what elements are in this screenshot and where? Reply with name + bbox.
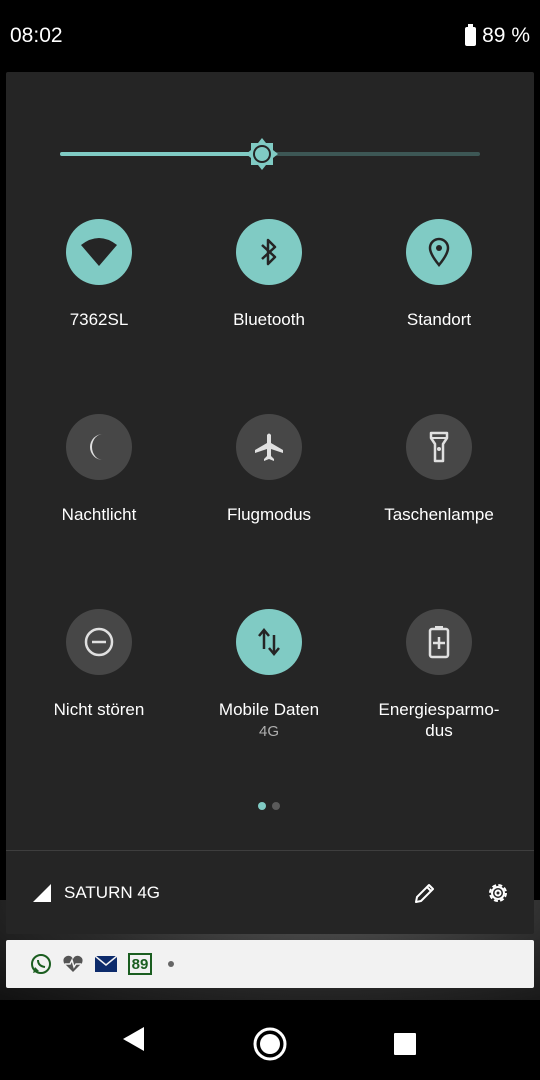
- battery-indicator: 89 %: [465, 23, 530, 48]
- notification-strip[interactable]: 89: [6, 940, 534, 988]
- page-dot-1: [258, 802, 266, 810]
- tile-wifi[interactable]: 7362SL: [14, 219, 184, 330]
- battery-saver-icon[interactable]: [406, 609, 472, 675]
- tile-label: Mobile Daten: [218, 700, 320, 719]
- tile-mobile-data[interactable]: Mobile Daten 4G: [184, 609, 354, 740]
- mail-icon[interactable]: [94, 955, 118, 973]
- tile-do-not-disturb[interactable]: Nicht stören: [14, 609, 184, 720]
- tile-location[interactable]: Standort: [354, 219, 524, 330]
- battery-text: 89 %: [482, 24, 530, 47]
- home-icon[interactable]: [253, 1027, 287, 1061]
- brightness-slider[interactable]: [60, 138, 480, 170]
- more-notifications-dot: [168, 961, 174, 967]
- page-dot-2: [272, 802, 280, 810]
- whatsapp-icon[interactable]: [30, 953, 52, 975]
- tile-label: Bluetooth: [233, 310, 305, 329]
- airplane-icon[interactable]: [236, 414, 302, 480]
- tile-airplane[interactable]: Flugmodus: [184, 414, 354, 525]
- quick-settings-footer: SATURN 4G: [6, 852, 534, 934]
- divider: [6, 850, 534, 851]
- page-indicator: [258, 802, 280, 810]
- tile-label: Nicht stören: [53, 700, 145, 719]
- tile-label: Standort: [406, 310, 472, 329]
- slider-fill: [60, 152, 262, 156]
- tile-bluetooth[interactable]: Bluetooth: [184, 219, 354, 330]
- carrier-label: SATURN 4G: [64, 883, 161, 902]
- back-icon[interactable]: [122, 1026, 146, 1052]
- battery-icon: [465, 23, 477, 46]
- brightness-icon[interactable]: [245, 137, 279, 171]
- tile-battery-saver[interactable]: Energiesparmo- dus: [354, 609, 524, 741]
- tile-label: Nachtlicht: [61, 505, 137, 524]
- tile-moon[interactable]: Nachtlicht: [14, 414, 184, 525]
- tile-sublabel: 4G: [258, 723, 279, 740]
- calendar-icon[interactable]: 89: [128, 953, 152, 975]
- settings-icon[interactable]: [486, 881, 510, 905]
- wifi-icon[interactable]: [66, 219, 132, 285]
- tile-flashlight[interactable]: Taschenlampe: [354, 414, 524, 525]
- recents-icon[interactable]: [394, 1033, 416, 1055]
- tile-label: Flugmodus: [226, 505, 312, 524]
- flashlight-icon[interactable]: [406, 414, 472, 480]
- status-bar: 08:02 89 %: [0, 0, 540, 70]
- tile-label: 7362SL: [69, 310, 129, 329]
- edit-icon[interactable]: [413, 881, 437, 905]
- health-icon[interactable]: [62, 954, 84, 974]
- mobile-data-icon[interactable]: [236, 609, 302, 675]
- bluetooth-icon[interactable]: [236, 219, 302, 285]
- clock: 08:02: [10, 24, 63, 47]
- signal-icon: [33, 884, 51, 902]
- tile-label: Taschenlampe: [384, 505, 494, 524]
- navigation-bar: [0, 1000, 540, 1080]
- location-icon[interactable]: [406, 219, 472, 285]
- quick-settings-panel: 7362SL Bluetooth Standort Nachtlicht Flugmod…: [6, 72, 534, 934]
- moon-icon[interactable]: [66, 414, 132, 480]
- tile-label: Energiesparmo- dus: [378, 700, 500, 740]
- do-not-disturb-icon[interactable]: [66, 609, 132, 675]
